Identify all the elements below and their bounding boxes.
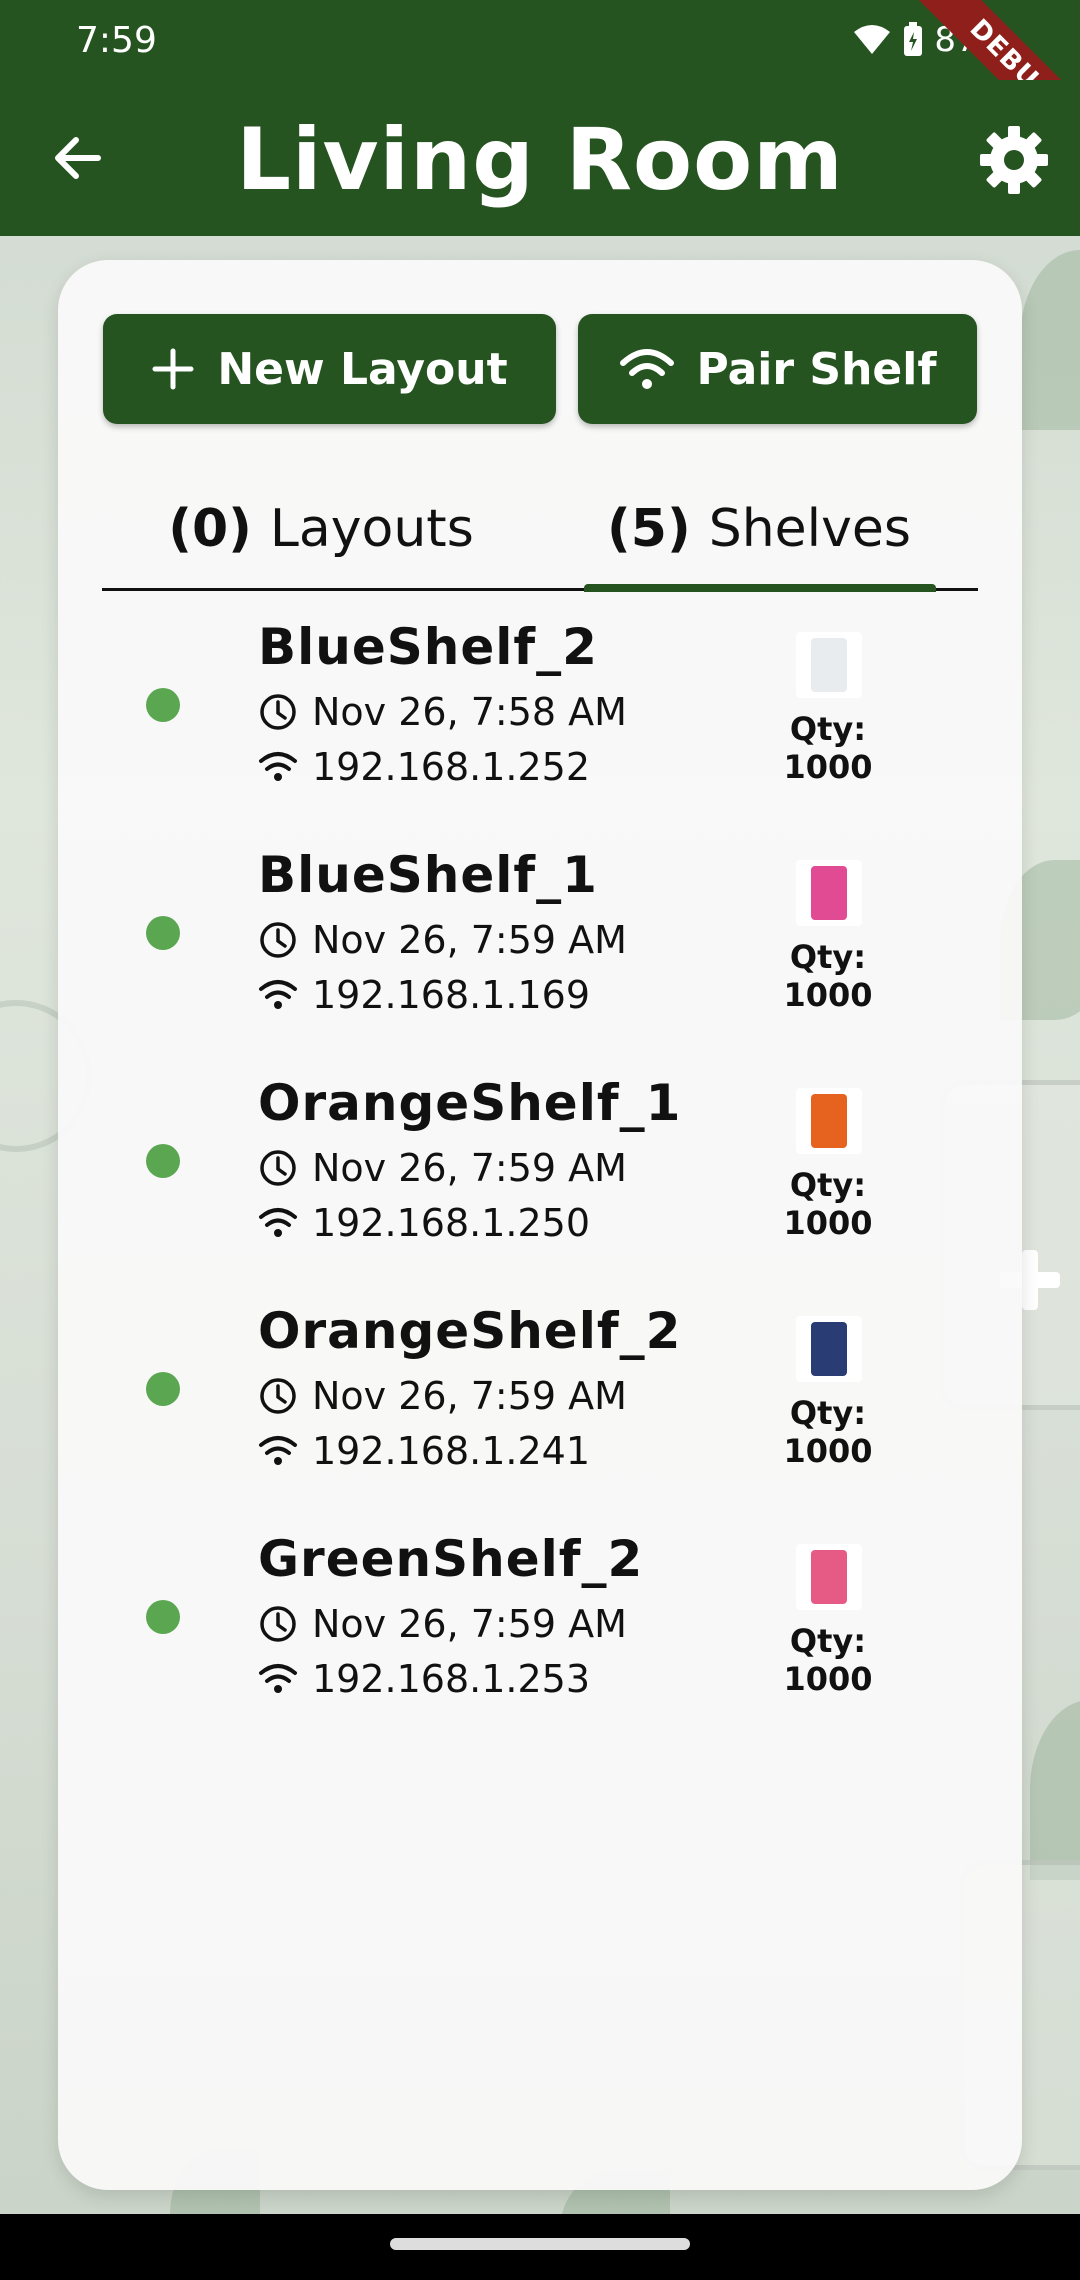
tab-layouts-label: Layouts xyxy=(269,499,474,559)
ip-address-text: 192.168.1.241 xyxy=(312,1429,591,1473)
product-image xyxy=(811,1550,847,1604)
shelf-name: GreenShelf_2 xyxy=(258,1530,644,1588)
online-status-dot xyxy=(146,1372,180,1406)
shelf-name: BlueShelf_2 xyxy=(258,618,598,676)
home-gesture-pill[interactable] xyxy=(390,2238,690,2250)
app-bar: Living Room xyxy=(0,80,1080,236)
quantity-label: Qty: 1000 xyxy=(783,938,873,1014)
wifi-icon xyxy=(259,1436,297,1465)
battery-icon xyxy=(904,22,923,56)
ip-address: 192.168.1.252 xyxy=(258,745,590,789)
status-time: 7:59 xyxy=(76,20,157,61)
ip-address: 192.168.1.253 xyxy=(258,1657,590,1701)
tab-layouts[interactable]: (0) Layouts xyxy=(102,470,540,588)
wifi-icon xyxy=(259,1664,297,1693)
tab-layouts-count: (0) xyxy=(168,499,252,559)
new-layout-label: New Layout xyxy=(217,343,508,395)
shelf-name: OrangeShelf_1 xyxy=(258,1074,682,1132)
shelf-item[interactable]: OrangeShelf_1 Nov 26, 7:59 AM 192.168.1.… xyxy=(58,1066,1022,1294)
wifi-icon xyxy=(259,1208,297,1237)
product-thumbnail xyxy=(796,632,862,698)
ip-address: 192.168.1.241 xyxy=(258,1429,590,1473)
gear-icon xyxy=(980,126,1048,194)
settings-button[interactable] xyxy=(976,122,1052,198)
new-layout-button[interactable]: New Layout xyxy=(103,314,556,424)
last-seen: Nov 26, 7:59 AM xyxy=(258,918,627,962)
shelf-item[interactable]: BlueShelf_2 Nov 26, 7:58 AM 192.168.1.25… xyxy=(58,610,1022,838)
tab-bar: (0) Layouts (5) Shelves xyxy=(102,470,978,592)
product-thumbnail xyxy=(796,1316,862,1382)
product-thumbnail xyxy=(796,1088,862,1154)
status-bar: 7:59 87% DEBUG xyxy=(0,0,1080,163)
last-seen-text: Nov 26, 7:59 AM xyxy=(312,1602,627,1646)
tab-shelves-label: Shelves xyxy=(708,499,911,559)
ip-address: 192.168.1.250 xyxy=(258,1201,590,1245)
tab-shelves-count: (5) xyxy=(607,499,691,559)
wifi-icon xyxy=(259,980,297,1009)
quantity-label: Qty: 1000 xyxy=(783,1166,873,1242)
clock-icon xyxy=(260,1150,296,1186)
pair-shelf-button[interactable]: Pair Shelf xyxy=(578,314,977,424)
ip-address: 192.168.1.169 xyxy=(258,973,590,1017)
product-image xyxy=(811,638,847,692)
plus-icon xyxy=(152,348,194,390)
shelf-name: BlueShelf_1 xyxy=(258,846,598,904)
product-thumbnail xyxy=(796,1544,862,1610)
quantity-label: Qty: 1000 xyxy=(783,710,873,786)
online-status-dot xyxy=(146,1600,180,1634)
online-status-dot xyxy=(146,916,180,950)
last-seen-text: Nov 26, 7:59 AM xyxy=(312,918,627,962)
shelf-item[interactable]: OrangeShelf_2 Nov 26, 7:59 AM 192.168.1.… xyxy=(58,1294,1022,1522)
shelf-item[interactable]: BlueShelf_1 Nov 26, 7:59 AM 192.168.1.16… xyxy=(58,838,1022,1066)
online-status-dot xyxy=(146,1144,180,1178)
clock-icon xyxy=(260,1378,296,1414)
ip-address-text: 192.168.1.252 xyxy=(312,745,591,789)
shelf-item[interactable]: GreenShelf_2 Nov 26, 7:59 AM 192.168.1.2… xyxy=(58,1522,1022,1750)
wifi-icon xyxy=(619,349,674,389)
page-title: Living Room xyxy=(236,110,844,210)
quantity-label: Qty: 1000 xyxy=(783,1394,873,1470)
product-image xyxy=(811,1094,847,1148)
last-seen-text: Nov 26, 7:59 AM xyxy=(312,1374,627,1418)
shelf-name: OrangeShelf_2 xyxy=(258,1302,682,1360)
product-image xyxy=(811,866,847,920)
ip-address-text: 192.168.1.169 xyxy=(312,973,591,1017)
system-navigation-bar xyxy=(0,2214,1080,2280)
clock-icon xyxy=(260,922,296,958)
last-seen-text: Nov 26, 7:59 AM xyxy=(312,1146,627,1190)
wifi-icon xyxy=(854,25,891,54)
last-seen: Nov 26, 7:59 AM xyxy=(258,1146,627,1190)
clock-icon xyxy=(260,694,296,730)
product-image xyxy=(811,1322,847,1376)
quantity-label: Qty: 1000 xyxy=(783,1622,873,1698)
last-seen: Nov 26, 7:58 AM xyxy=(258,690,627,734)
ip-address-text: 192.168.1.250 xyxy=(312,1201,591,1245)
tab-shelves[interactable]: (5) Shelves xyxy=(540,470,978,588)
last-seen: Nov 26, 7:59 AM xyxy=(258,1602,627,1646)
active-tab-indicator xyxy=(584,584,936,592)
product-thumbnail xyxy=(796,860,862,926)
shelf-list: BlueShelf_2 Nov 26, 7:58 AM 192.168.1.25… xyxy=(58,610,1022,1750)
ip-address-text: 192.168.1.253 xyxy=(312,1657,591,1701)
last-seen: Nov 26, 7:59 AM xyxy=(258,1374,627,1418)
pair-shelf-label: Pair Shelf xyxy=(696,343,937,395)
online-status-dot xyxy=(146,688,180,722)
clock-icon xyxy=(260,1606,296,1642)
wifi-icon xyxy=(259,752,297,781)
last-seen-text: Nov 26, 7:58 AM xyxy=(312,690,627,734)
